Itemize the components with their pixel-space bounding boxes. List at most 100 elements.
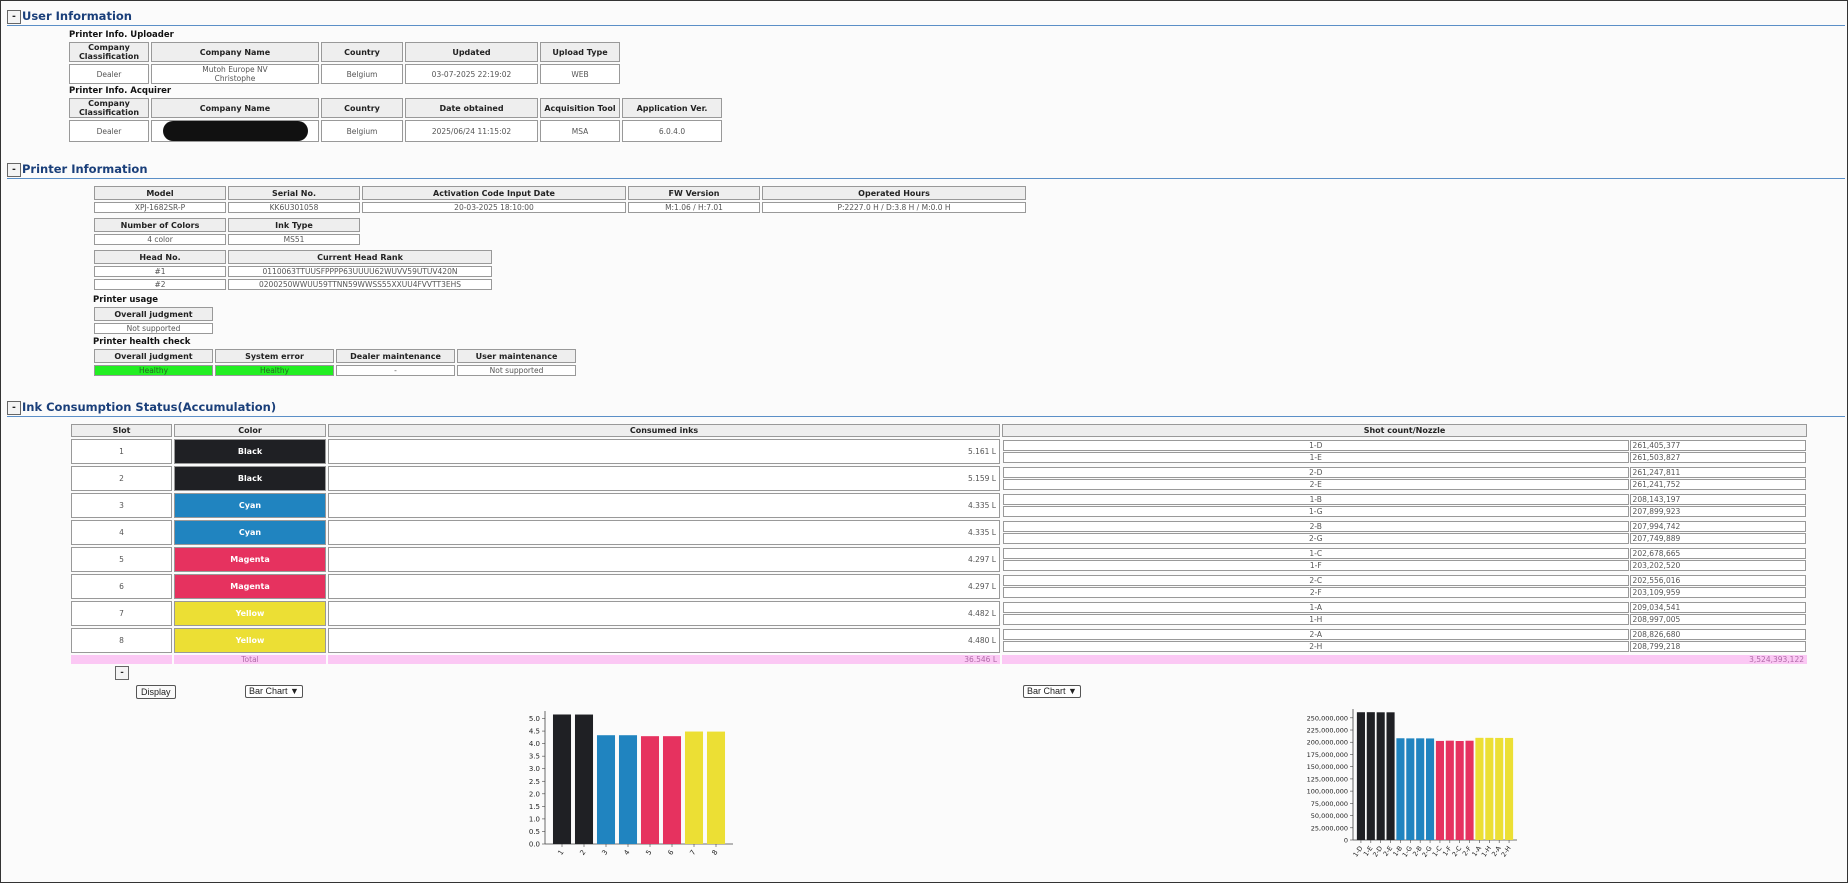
- user-info-section-header: - User Information: [7, 9, 1845, 26]
- y-tick-label: 125,000,000: [1307, 775, 1348, 783]
- nozzle-shot-count: 261,241,752: [1629, 479, 1806, 490]
- y-tick-label: 50,000,000: [1311, 812, 1348, 820]
- nozzle-id: 2-D: [1003, 467, 1629, 478]
- printer-info-section-header: - Printer Information: [7, 162, 1845, 179]
- acquirer-table: Company Classification Company Name Coun…: [67, 96, 724, 144]
- nozzle-shot-count: 208,826,680: [1629, 629, 1806, 640]
- nozzle-row: 1-E 261,503,827: [1003, 452, 1806, 463]
- uploader-table: Company Classification Company Name Coun…: [67, 40, 622, 86]
- total-consumed: 36.546 L: [328, 655, 1000, 664]
- nozzle-cell: 2-D 261,247,811 2-E 261,241,752: [1002, 466, 1807, 491]
- nozzle-id: 2-B: [1003, 521, 1629, 532]
- ink-color-swatch: Black: [174, 466, 326, 491]
- nozzle-row: 2-H 208,799,218: [1003, 641, 1806, 652]
- col-header: Current Head Rank: [228, 250, 492, 264]
- y-tick-label: 1.0: [529, 815, 540, 823]
- printer-colors-table: Number of Colors Ink Type 4 color MS51: [92, 216, 362, 247]
- nozzle-id: 1-F: [1003, 560, 1629, 571]
- health-table: Overall judgment System error Dealer mai…: [92, 347, 578, 378]
- col-header: Company Name: [151, 98, 319, 118]
- nozzle-id: 2-C: [1003, 575, 1629, 586]
- left-chart-type-select[interactable]: Bar Chart ▼: [245, 685, 303, 698]
- chart-collapse-button[interactable]: -: [115, 666, 129, 680]
- user-info-title: User Information: [22, 9, 132, 23]
- y-tick-label: 0.0: [529, 841, 540, 849]
- printer-info-toggle-button[interactable]: -: [7, 163, 21, 177]
- display-button[interactable]: Display: [136, 685, 176, 699]
- nozzle-row: 2-D 261,247,811: [1003, 467, 1806, 478]
- left-chart-type-value: Bar Chart: [249, 686, 288, 696]
- ink-title: Ink Consumption Status(Accumulation): [22, 400, 277, 414]
- bar: [618, 735, 638, 844]
- ink-consumption-chart: 0.0 0.5 1.0 1.5 2.0 2.5 3.0 3.5 4.0 4.5 5.0 1 2 3 4 5 6 7…: [529, 711, 733, 857]
- col-header: Acquisition Tool: [540, 98, 620, 118]
- nozzle-id: 1-A: [1003, 602, 1629, 613]
- nozzle-cell: 1-D 261,405,377 1-E 261,503,827: [1002, 439, 1807, 464]
- nozzle-shot-count: 209,034,541: [1629, 602, 1806, 613]
- y-tick-label: 3.5: [529, 753, 540, 761]
- total-label: Total: [174, 655, 326, 664]
- y-tick-label: 250,000,000: [1307, 714, 1348, 722]
- nozzle-shot-count: 207,899,923: [1629, 506, 1806, 517]
- consumed-ink-value: 5.161 L: [328, 439, 1000, 464]
- ink-toggle-button[interactable]: -: [7, 401, 21, 415]
- slot-number: 1: [71, 439, 172, 464]
- nozzle-row: 1-B 208,143,197: [1003, 494, 1806, 505]
- col-header: Company Classification: [69, 98, 149, 118]
- slot-number: 7: [71, 601, 172, 626]
- nozzle-shot-count: 202,556,016: [1629, 575, 1806, 586]
- chevron-down-icon: ▼: [290, 686, 299, 696]
- nozzle-row: 1-H 208,997,005: [1003, 614, 1806, 625]
- uploader-country: Belgium: [321, 64, 403, 84]
- x-tick-label: 2-H: [1500, 844, 1513, 858]
- bar: [1366, 712, 1375, 840]
- nozzle-id: 1-H: [1003, 614, 1629, 625]
- nozzle-id: 2-G: [1003, 533, 1629, 544]
- nozzle-cell: 1-B 208,143,197 1-G 207,899,923: [1002, 493, 1807, 518]
- acquirer-country: Belgium: [321, 120, 403, 142]
- nozzle-table: 1-C 202,678,665 1-F 203,202,520: [1002, 547, 1807, 572]
- slot-number: 3: [71, 493, 172, 518]
- nozzle-row: 2-F 203,109,959: [1003, 587, 1806, 598]
- col-header: Head No.: [94, 250, 226, 264]
- usage-value: Not supported: [94, 323, 213, 334]
- redaction-mark: [162, 121, 308, 141]
- y-tick-label: 75,000,000: [1311, 800, 1348, 808]
- slot-number: 4: [71, 520, 172, 545]
- ink-color-swatch: Yellow: [174, 601, 326, 626]
- nozzle-table: 1-B 208,143,197 1-G 207,899,923: [1002, 493, 1807, 518]
- uploader-company-line2: Christophe: [214, 74, 256, 83]
- y-tick-label: 4.5: [529, 728, 540, 736]
- col-header: Application Ver.: [622, 98, 722, 118]
- head-no: #2: [94, 279, 226, 290]
- ink-color-swatch: Cyan: [174, 493, 326, 518]
- nozzle-shot-count: 208,997,005: [1629, 614, 1806, 625]
- nozzle-shot-count: 208,799,218: [1629, 641, 1806, 652]
- ink-color-swatch: Yellow: [174, 628, 326, 653]
- x-tick-label: 5: [645, 849, 654, 857]
- head-no: #1: [94, 266, 226, 277]
- head-rank: 0200250WWUU59TTNN59WWSS55XXUU4FVVTT3EHS: [228, 279, 492, 290]
- x-tick-label: 4: [623, 848, 632, 857]
- nozzle-id: 2-H: [1003, 641, 1629, 652]
- slot-number: 6: [71, 574, 172, 599]
- user-info-toggle-button[interactable]: -: [7, 10, 21, 24]
- col-header: User maintenance: [457, 349, 576, 363]
- col-header: Country: [321, 42, 403, 62]
- col-header: Color: [174, 424, 326, 437]
- y-tick-label: 0: [1344, 837, 1348, 845]
- nozzle-shot-count: 261,405,377: [1629, 440, 1806, 451]
- nozzle-row: 1-F 203,202,520: [1003, 560, 1806, 571]
- consumed-ink-value: 4.297 L: [328, 547, 1000, 572]
- ink-color-swatch: Cyan: [174, 520, 326, 545]
- col-header: Consumed inks: [328, 424, 1000, 437]
- ink-type-value: MS51: [228, 234, 360, 245]
- bar: [1495, 737, 1504, 840]
- chevron-down-icon: ▼: [1068, 686, 1077, 696]
- right-chart-type-select[interactable]: Bar Chart ▼: [1023, 685, 1081, 698]
- dealer-maintenance-status: -: [336, 365, 455, 376]
- nozzle-row: 2-B 207,994,742: [1003, 521, 1806, 532]
- bar: [574, 714, 594, 844]
- nozzle-row: 2-A 208,826,680: [1003, 629, 1806, 640]
- fw-version-value: M:1.06 / H:7.01: [628, 202, 760, 213]
